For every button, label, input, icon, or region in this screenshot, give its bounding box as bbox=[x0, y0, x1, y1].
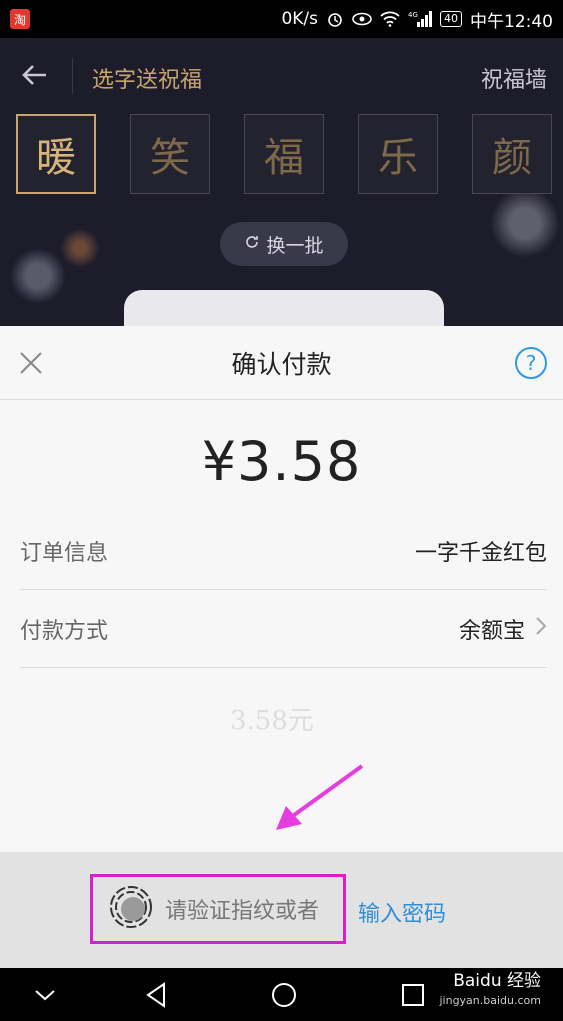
status-bar: 淘 0K/s 4G 40 中午12:40 bbox=[0, 0, 563, 38]
fingerprint-verify-area[interactable]: 请验证指纹或者 bbox=[90, 874, 346, 944]
signal-icon: 4G bbox=[408, 10, 432, 28]
payment-amount: ¥3.58 bbox=[201, 430, 362, 493]
order-info-label: 订单信息 bbox=[20, 540, 109, 566]
character-tile[interactable]: 乐 bbox=[358, 114, 438, 194]
order-info-value: 一字千金红包 bbox=[414, 540, 547, 566]
ghost-amount-text: 3.58元 bbox=[230, 706, 314, 736]
blessing-wall-link[interactable]: 祝福墙 bbox=[481, 62, 547, 94]
payment-method-label: 付款方式 bbox=[20, 618, 109, 644]
watermark-brand: Baidu 经验 bbox=[453, 971, 541, 991]
character-tile[interactable]: 福 bbox=[244, 114, 324, 194]
annotation-arrow-icon bbox=[270, 762, 370, 840]
sheet-title: 确认付款 bbox=[231, 349, 332, 379]
eye-icon bbox=[352, 12, 372, 26]
wifi-icon bbox=[380, 11, 400, 27]
payment-method-value: 余额宝 bbox=[458, 618, 525, 644]
fingerprint-icon bbox=[109, 885, 153, 933]
clock: 中午12:40 bbox=[470, 11, 553, 32]
help-icon[interactable]: ? bbox=[515, 347, 547, 379]
firework-decoration bbox=[10, 248, 66, 304]
background-blessing-page: 选字送祝福 祝福墙 暖 笑 福 乐 颜 换一批 bbox=[0, 38, 563, 328]
enter-password-link[interactable]: 输入密码 bbox=[358, 896, 446, 928]
page-title: 选字送祝福 bbox=[92, 68, 203, 93]
character-tile[interactable]: 笑 bbox=[130, 114, 210, 194]
payment-method-selector[interactable]: 余额宝 bbox=[459, 613, 547, 645]
chevron-down-icon[interactable] bbox=[30, 980, 60, 1010]
navigation-bar: Baidu 经验 jingyan.baidu.com bbox=[0, 968, 563, 1021]
home-nav-icon[interactable] bbox=[269, 980, 299, 1010]
order-info-row: 订单信息 一字千金红包 bbox=[20, 512, 547, 590]
watermark-site: jingyan.baidu.com bbox=[439, 994, 541, 1007]
swap-batch-button[interactable]: 换一批 bbox=[220, 222, 348, 266]
header-divider bbox=[72, 58, 73, 94]
firework-decoration bbox=[60, 228, 100, 268]
verify-bar: 请验证指纹或者 输入密码 bbox=[0, 852, 563, 968]
back-arrow-icon[interactable] bbox=[20, 60, 50, 90]
alarm-icon bbox=[326, 10, 344, 28]
taobao-app-icon: 淘 bbox=[10, 9, 30, 29]
character-picker: 暖 笑 福 乐 颜 bbox=[16, 114, 552, 194]
fingerprint-prompt: 请验证指纹或者 bbox=[165, 899, 320, 924]
firework-decoration bbox=[490, 188, 560, 258]
network-type-label: 4G bbox=[408, 11, 418, 19]
payment-method-row[interactable]: 付款方式 余额宝 bbox=[20, 590, 547, 668]
character-tile[interactable]: 暖 bbox=[16, 114, 96, 194]
blessing-card-top bbox=[124, 290, 444, 328]
back-nav-icon[interactable] bbox=[142, 980, 172, 1010]
chevron-right-icon bbox=[535, 616, 547, 642]
baidu-watermark: Baidu 经验 jingyan.baidu.com bbox=[439, 971, 541, 1011]
character-tile[interactable]: 颜 bbox=[472, 114, 552, 194]
swap-batch-label: 换一批 bbox=[266, 234, 324, 257]
network-speed: 0K/s bbox=[281, 9, 318, 29]
sheet-header: 确认付款 ? bbox=[0, 326, 563, 400]
refresh-icon bbox=[244, 233, 260, 255]
close-icon[interactable] bbox=[16, 348, 46, 378]
recents-nav-icon[interactable] bbox=[398, 980, 428, 1010]
battery-indicator: 40 bbox=[440, 11, 462, 27]
